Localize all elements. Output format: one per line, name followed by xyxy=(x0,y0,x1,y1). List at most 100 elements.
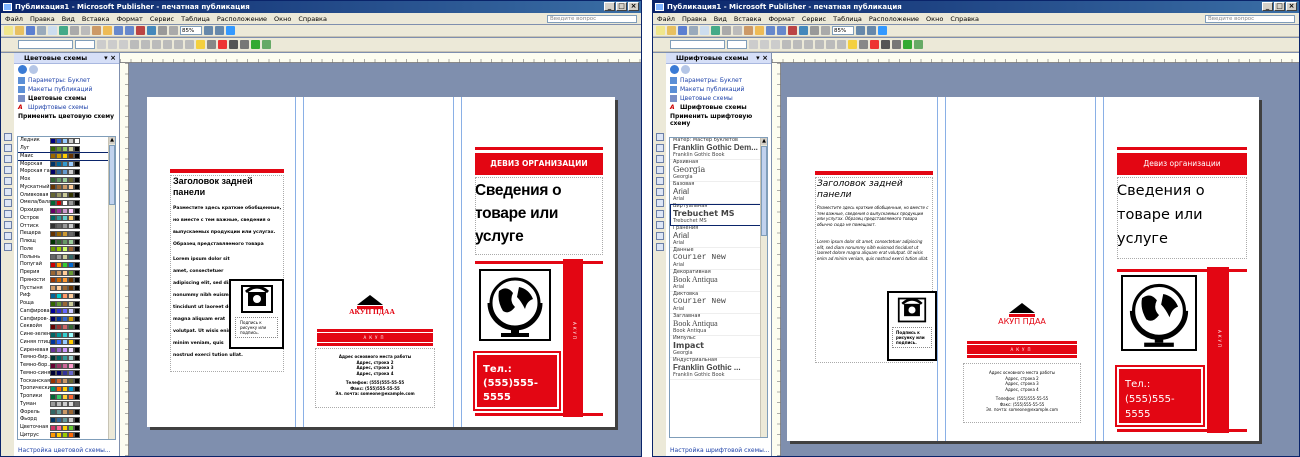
format-painter-icon[interactable] xyxy=(755,26,764,35)
zoom-out-icon[interactable] xyxy=(856,26,865,35)
align-center-icon[interactable] xyxy=(141,40,150,49)
color-scheme-item[interactable]: Цитрус xyxy=(18,432,115,440)
fill-color-icon[interactable] xyxy=(196,40,205,49)
color-scheme-item[interactable]: Тосканская xyxy=(18,377,115,385)
save-icon[interactable] xyxy=(678,26,687,35)
address-block[interactable]: Адрес основного места работы Адрес, стро… xyxy=(963,363,1081,423)
color-scheme-item[interactable]: Темно-бор... xyxy=(18,362,115,370)
color-scheme-item[interactable]: Луг xyxy=(18,145,115,153)
autoshapes-icon[interactable] xyxy=(3,232,12,240)
color-scheme-item[interactable]: Секвойя xyxy=(18,323,115,331)
color-scheme-item[interactable]: Мох xyxy=(18,176,115,184)
color-scheme-item[interactable]: Остров xyxy=(18,215,115,223)
color-scheme-item[interactable]: Оттиск xyxy=(18,222,115,230)
font-name-combo[interactable] xyxy=(670,40,725,49)
color-scheme-item[interactable]: Черно-белая xyxy=(18,439,115,440)
text-box-icon[interactable] xyxy=(655,144,664,152)
picture-frame[interactable]: Подпись к рисунку или подпись. xyxy=(887,291,937,361)
color-scheme-item[interactable]: Тропики xyxy=(18,393,115,401)
save-icon[interactable] xyxy=(26,26,35,35)
color-scheme-item[interactable]: Синяя птица xyxy=(18,339,115,347)
font-scheme-item[interactable]: Импульс Impact Georgia xyxy=(670,336,767,358)
close-button[interactable]: × xyxy=(1286,2,1297,11)
link-color-schemes[interactable]: Цветовые схемы xyxy=(666,94,771,103)
maximize-button[interactable]: □ xyxy=(1274,2,1285,11)
cut-icon[interactable] xyxy=(70,26,79,35)
back-panel-text[interactable]: Разместите здесь краткие обобщенные, но … xyxy=(173,203,283,251)
arrow-icon[interactable] xyxy=(3,199,12,207)
styles-icon[interactable] xyxy=(656,40,668,49)
motto-banner[interactable]: ДЕВИЗ ОРГАНИЗАЦИИ xyxy=(475,153,603,175)
scheme-scrollbar[interactable]: ▲ xyxy=(108,137,115,439)
brochure-page[interactable]: Заголовок задней панели Разместите здесь… xyxy=(147,97,615,427)
menu-tools[interactable]: Сервис xyxy=(802,15,826,23)
select-icon[interactable] xyxy=(655,133,664,141)
menu-format[interactable]: Формат xyxy=(768,15,794,23)
picture-icon[interactable] xyxy=(3,177,12,185)
color-scheme-item[interactable]: Фьорд xyxy=(18,416,115,424)
line-color-icon[interactable] xyxy=(207,40,216,49)
menu-help[interactable]: Справка xyxy=(950,15,979,23)
font-scrollbar[interactable]: ▲ xyxy=(760,138,767,437)
address-block[interactable]: Адрес основного места работы Адрес, стро… xyxy=(315,348,435,408)
spelling-icon[interactable] xyxy=(711,26,720,35)
close-button[interactable]: × xyxy=(628,2,639,11)
zoom-in-icon[interactable] xyxy=(215,26,224,35)
link-customize-font-scheme[interactable]: Настройка шрифтовой схемы... xyxy=(670,447,770,454)
zoom-select[interactable]: 85% xyxy=(832,26,854,35)
justify-icon[interactable] xyxy=(163,40,172,49)
color-scheme-item[interactable]: Туман xyxy=(18,401,115,409)
globe-picture-frame[interactable] xyxy=(1121,275,1197,351)
color-scheme-item[interactable]: Пряности xyxy=(18,277,115,285)
maximize-button[interactable]: □ xyxy=(616,2,627,11)
autoshapes-icon[interactable] xyxy=(655,232,664,240)
font-scheme-item[interactable]: Гранения Arial Arial xyxy=(670,226,767,248)
task-pane-close-icon[interactable]: ▾ × xyxy=(756,53,768,64)
redo-icon[interactable] xyxy=(777,26,786,35)
open-icon[interactable] xyxy=(667,26,676,35)
numbering-icon[interactable] xyxy=(174,40,183,49)
bullets-icon[interactable] xyxy=(837,40,846,49)
picture-caption[interactable]: Подпись к рисунку или подпись. xyxy=(892,327,932,348)
horizontal-ruler[interactable] xyxy=(772,53,1299,63)
link-font-schemes[interactable]: A Шрифтовые схемы xyxy=(14,103,119,112)
color-scheme-item[interactable]: Плющ xyxy=(18,238,115,246)
3d-icon[interactable] xyxy=(262,40,271,49)
line-style-icon[interactable] xyxy=(881,40,890,49)
minimize-button[interactable]: _ xyxy=(604,2,615,11)
link-font-schemes[interactable]: A Шрифтовые схемы xyxy=(666,103,771,112)
link-publication-options[interactable]: Параметры: Буклет xyxy=(666,76,771,85)
menu-tools[interactable]: Сервис xyxy=(150,15,174,23)
color-scheme-item[interactable]: Сиреневая xyxy=(18,346,115,354)
vertical-ruler[interactable] xyxy=(772,63,781,456)
color-scheme-item[interactable]: Мускатный... xyxy=(18,184,115,192)
phone-box[interactable]: Тел.: (555)555-5555 xyxy=(473,351,561,411)
ask-question-input[interactable]: Введите вопрос xyxy=(1205,14,1295,23)
font-scheme-item[interactable]: Базовая Arial Arial xyxy=(670,182,767,204)
bold-icon[interactable] xyxy=(97,40,106,49)
picture-frame[interactable]: Подпись к рисунку или подпись. xyxy=(229,279,284,349)
color-scheme-item[interactable]: Риф xyxy=(18,292,115,300)
phone-box[interactable]: Тел.: (555)555-5555 xyxy=(1115,365,1205,427)
vertical-ruler[interactable] xyxy=(120,63,129,456)
font-size-combo[interactable] xyxy=(727,40,747,49)
format-painter-icon[interactable] xyxy=(103,26,112,35)
spelling-icon[interactable] xyxy=(59,26,68,35)
menu-table[interactable]: Таблица xyxy=(833,15,862,23)
dash-style-icon[interactable] xyxy=(892,40,901,49)
design-gallery-icon[interactable] xyxy=(655,243,664,251)
open-icon[interactable] xyxy=(15,26,24,35)
font-scheme-item[interactable]: Виртуальная Trebuchet MS Trebuchet MS xyxy=(670,204,767,226)
undo-icon[interactable] xyxy=(114,26,123,35)
help-icon[interactable] xyxy=(878,26,887,35)
scroll-thumb[interactable] xyxy=(761,146,767,236)
bring-front-icon[interactable] xyxy=(136,26,145,35)
bold-icon[interactable] xyxy=(749,40,758,49)
link-customize-color-scheme[interactable]: Настройка цветовой схемы... xyxy=(18,447,111,454)
styles-icon[interactable] xyxy=(4,40,16,49)
columns-icon[interactable] xyxy=(810,26,819,35)
color-scheme-item[interactable]: Полынь xyxy=(18,253,115,261)
font-size-combo[interactable] xyxy=(75,40,95,49)
print-icon[interactable] xyxy=(689,26,698,35)
wordart-icon[interactable] xyxy=(3,166,12,174)
